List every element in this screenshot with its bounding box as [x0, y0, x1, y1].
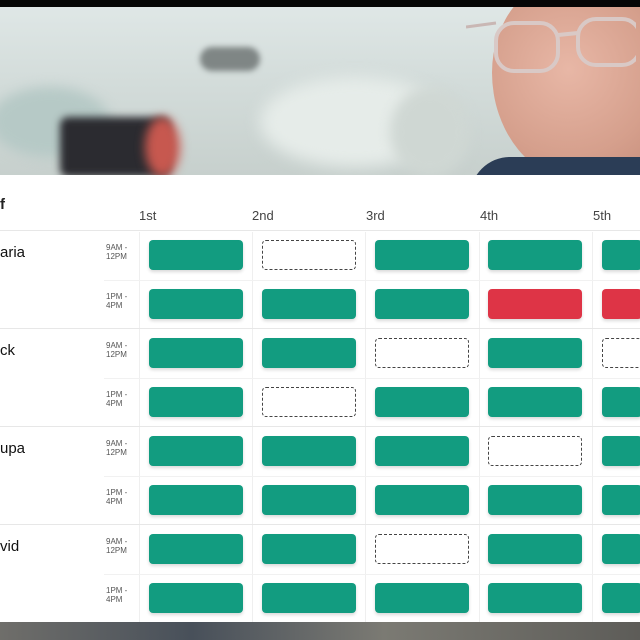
- slot-available[interactable]: [149, 240, 243, 270]
- slot-booked[interactable]: [602, 289, 640, 319]
- day-header-4: 4th: [480, 208, 499, 223]
- staff-name: vid: [0, 538, 20, 555]
- slot-available[interactable]: [488, 583, 582, 613]
- slot-available[interactable]: [488, 240, 582, 270]
- row-divider: [0, 426, 640, 427]
- shift-time-label: 1PM - 4PM: [106, 488, 128, 506]
- slot-available[interactable]: [262, 534, 356, 564]
- slot-available[interactable]: [375, 387, 469, 417]
- slot-available[interactable]: [375, 240, 469, 270]
- slot-open[interactable]: [488, 436, 582, 466]
- slot-available[interactable]: [262, 289, 356, 319]
- staff-name: upa: [0, 440, 26, 457]
- staff-name: aria: [0, 244, 26, 261]
- slot-available[interactable]: [149, 289, 243, 319]
- page-title: f: [0, 196, 5, 213]
- shift-time-label: 1PM - 4PM: [106, 292, 128, 310]
- slot-open[interactable]: [375, 534, 469, 564]
- shift-divider: [104, 574, 640, 575]
- slot-available[interactable]: [488, 387, 582, 417]
- staff-name: ck: [0, 342, 15, 359]
- shift-divider: [104, 476, 640, 477]
- row-divider: [0, 230, 640, 231]
- slot-open[interactable]: [262, 240, 356, 270]
- slot-available[interactable]: [375, 583, 469, 613]
- slot-available[interactable]: [602, 534, 640, 564]
- slot-available[interactable]: [262, 583, 356, 613]
- slot-available[interactable]: [262, 485, 356, 515]
- top-bar: [0, 0, 640, 7]
- slot-available[interactable]: [149, 485, 243, 515]
- slot-available[interactable]: [488, 534, 582, 564]
- slot-open[interactable]: [602, 338, 640, 368]
- slot-available[interactable]: [602, 485, 640, 515]
- slot-available[interactable]: [149, 436, 243, 466]
- slot-available[interactable]: [488, 338, 582, 368]
- slot-available[interactable]: [602, 240, 640, 270]
- slot-open[interactable]: [262, 387, 356, 417]
- slot-available[interactable]: [149, 534, 243, 564]
- slot-available[interactable]: [149, 583, 243, 613]
- slot-available[interactable]: [375, 436, 469, 466]
- slot-available[interactable]: [602, 387, 640, 417]
- slot-available[interactable]: [149, 338, 243, 368]
- hero-photo: [0, 7, 640, 175]
- slot-available[interactable]: [375, 289, 469, 319]
- photo-strip: [0, 622, 640, 640]
- shift-time-label: 9AM - 12PM: [106, 439, 128, 457]
- column-divider: [479, 232, 480, 622]
- day-header-3: 3rd: [366, 208, 385, 223]
- shift-time-label: 9AM - 12PM: [106, 243, 128, 261]
- shift-time-label: 9AM - 12PM: [106, 341, 128, 359]
- slot-available[interactable]: [602, 436, 640, 466]
- slot-available[interactable]: [375, 485, 469, 515]
- shift-divider: [104, 280, 640, 281]
- column-divider: [252, 232, 253, 622]
- slot-available[interactable]: [262, 338, 356, 368]
- slot-available[interactable]: [602, 583, 640, 613]
- column-divider: [592, 232, 593, 622]
- slot-booked[interactable]: [488, 289, 582, 319]
- row-divider: [0, 524, 640, 525]
- day-header-1: 1st: [139, 208, 157, 223]
- shift-time-label: 1PM - 4PM: [106, 390, 128, 408]
- slot-available[interactable]: [262, 436, 356, 466]
- day-header-2: 2nd: [252, 208, 274, 223]
- column-divider: [365, 232, 366, 622]
- row-divider: [0, 328, 640, 329]
- column-divider: [139, 232, 140, 622]
- slot-open[interactable]: [375, 338, 469, 368]
- day-header-5: 5th: [593, 208, 612, 223]
- shift-divider: [104, 378, 640, 379]
- shift-time-label: 9AM - 12PM: [106, 537, 128, 555]
- slot-available[interactable]: [149, 387, 243, 417]
- shift-time-label: 1PM - 4PM: [106, 586, 128, 604]
- glasses-icon: [466, 17, 636, 73]
- slot-available[interactable]: [488, 485, 582, 515]
